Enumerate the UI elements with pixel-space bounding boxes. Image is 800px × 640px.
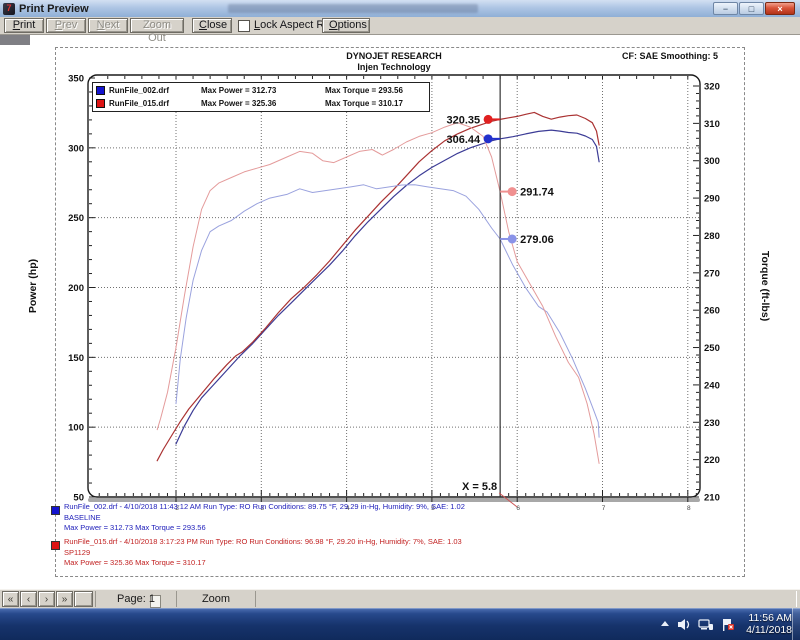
legend-file: RunFile_015.drf (109, 99, 201, 108)
run-info-line: RunFile_002.drf - 4/10/2018 11:43:12 AM … (64, 502, 724, 513)
close-window-button[interactable]: × (765, 2, 795, 15)
chart-subtitle: Injen Technology (88, 62, 700, 72)
zoom-out-button[interactable]: Zoom Out (130, 18, 184, 33)
toolbar: Print Prev Next Zoom Out Close Lock Aspe… (0, 17, 800, 35)
minimize-button[interactable]: − (713, 2, 738, 15)
chart-legend: RunFile_002.drf Max Power = 312.73 Max T… (92, 82, 430, 112)
legend-marker-blue (96, 86, 105, 95)
legend-row: RunFile_002.drf Max Power = 312.73 Max T… (96, 84, 426, 97)
taskbar-clock[interactable]: 11:56 AM 4/11/2018 (746, 612, 792, 636)
run-max-line: Max Power = 325.36 Max Torque = 310.17 (64, 558, 724, 569)
winpep-app-icon: 7 (3, 3, 15, 15)
zoom-indicator: Zoom (176, 591, 256, 607)
preview-corner-chip (0, 34, 30, 45)
options-button[interactable]: Options (322, 18, 370, 33)
legend-row: RunFile_015.drf Max Power = 325.36 Max T… (96, 97, 426, 110)
prev-page-button[interactable]: Prev (46, 18, 86, 33)
titlebar-filepath-ghost (228, 4, 478, 13)
run-info-line: RunFile_015.drf - 4/10/2018 3:17:23 PM R… (64, 537, 724, 548)
show-desktop-button[interactable] (792, 608, 800, 640)
next-page-button[interactable]: Next (88, 18, 128, 33)
clock-date: 4/11/2018 (746, 624, 792, 636)
chart-title: DYNOJET RESEARCH (88, 51, 700, 61)
footnote-marker-blue (51, 506, 60, 515)
titlebar: 7 Print Preview − □ × (0, 0, 800, 18)
run-max-line: Max Power = 312.73 Max Torque = 293.56 (64, 523, 724, 534)
legend-marker-red (96, 99, 105, 108)
prev-page-nav-button[interactable]: ‹ (20, 591, 37, 607)
system-tray: 11:56 AM 4/11/2018 (660, 608, 792, 640)
volume-icon[interactable] (677, 618, 691, 631)
close-preview-button[interactable]: Close (192, 18, 232, 33)
export-page-button[interactable] (74, 591, 93, 607)
legend-max-power: Max Power = 312.73 (201, 86, 325, 95)
lock-aspect-ratio-checkbox[interactable] (238, 20, 250, 32)
network-icon[interactable] (698, 618, 714, 631)
footnote-sp1129: RunFile_015.drf - 4/10/2018 3:17:23 PM R… (64, 537, 724, 569)
run-name-line: SP1129 (64, 548, 724, 559)
chart-correction-note: CF: SAE Smoothing: 5 (622, 51, 718, 61)
window-controls: − □ × (713, 2, 795, 15)
statusbar: « ‹ › » Page: 1 Zoom (0, 589, 800, 609)
maximize-button[interactable]: □ (739, 2, 764, 15)
legend-max-power: Max Power = 325.36 (201, 99, 325, 108)
action-center-flag-icon[interactable] (721, 618, 735, 631)
last-page-button[interactable]: » (56, 591, 73, 607)
first-page-button[interactable]: « (2, 591, 19, 607)
clock-time: 11:56 AM (746, 612, 792, 624)
print-button[interactable]: Print (4, 18, 44, 33)
print-preview-window: 7 Print Preview − □ × Print Prev Next Zo… (0, 0, 800, 640)
legend-file: RunFile_002.drf (109, 86, 201, 95)
footnote-baseline: RunFile_002.drf - 4/10/2018 11:43:12 AM … (64, 502, 724, 534)
window-title: Print Preview (19, 3, 89, 15)
footnote-marker-red (51, 541, 60, 550)
page-indicator: Page: 1 (95, 591, 177, 607)
page-margin-outline (55, 47, 745, 577)
legend-max-torque: Max Torque = 293.56 (325, 86, 403, 95)
legend-max-torque: Max Torque = 310.17 (325, 99, 403, 108)
run-name-line: BASELINE (64, 513, 724, 524)
hidden-icons-arrow[interactable] (660, 620, 670, 628)
status-filler-panel (255, 591, 797, 607)
next-page-nav-button[interactable]: › (38, 591, 55, 607)
